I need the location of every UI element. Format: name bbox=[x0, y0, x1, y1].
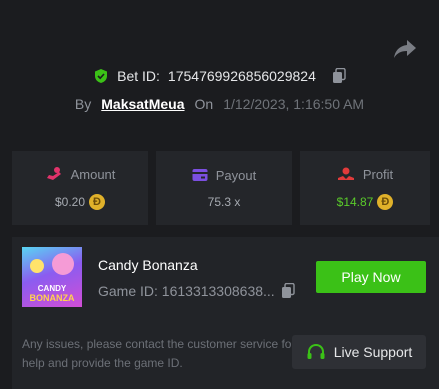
live-support-button[interactable]: Live Support bbox=[292, 335, 426, 369]
play-now-button[interactable]: Play Now bbox=[316, 261, 426, 293]
bet-date: 1/12/2023, 1:16:50 AM bbox=[223, 96, 365, 112]
profit-value: $14.87 bbox=[336, 195, 374, 209]
profit-card: Profit $14.87 Ð bbox=[300, 151, 430, 225]
game-id: Game ID: 1613313308638... bbox=[98, 283, 275, 299]
headset-icon bbox=[307, 343, 325, 359]
amount-card: Amount $0.20 Ð bbox=[12, 151, 148, 225]
game-id-row: Game ID: 1613313308638... bbox=[98, 283, 295, 299]
bet-stats: Amount $0.20 Ð Payout 75.3 x Profit $14.… bbox=[12, 151, 439, 225]
amount-icon bbox=[46, 167, 61, 180]
game-panel: CANDY BONANZA Candy Bonanza Game ID: 161… bbox=[12, 237, 439, 389]
thumbnail-title-line2: BONANZA bbox=[29, 293, 75, 303]
profit-icon bbox=[337, 167, 354, 180]
on-label: On bbox=[194, 96, 214, 112]
shield-check-icon bbox=[95, 69, 108, 83]
copy-icon[interactable] bbox=[281, 283, 295, 299]
payout-card-icon bbox=[192, 169, 208, 181]
coin-icon: Ð bbox=[89, 194, 106, 210]
amount-value: $0.20 bbox=[54, 195, 86, 209]
bet-id-row: Bet ID: 1754769926856029824 bbox=[0, 68, 439, 84]
share-icon[interactable] bbox=[393, 38, 417, 60]
by-label: By bbox=[74, 96, 92, 112]
byline: By MaksatMeua On 1/12/2023, 1:16:50 AM bbox=[0, 96, 439, 112]
profit-label: Profit bbox=[362, 166, 394, 182]
payout-label: Payout bbox=[215, 167, 257, 183]
bet-id-label: Bet ID: bbox=[117, 68, 160, 84]
coin-icon: Ð bbox=[377, 194, 394, 210]
amount-label: Amount bbox=[70, 166, 116, 182]
thumbnail-title-line1: CANDY bbox=[37, 284, 67, 293]
game-thumbnail[interactable]: CANDY BONANZA bbox=[22, 247, 82, 307]
game-title: Candy Bonanza bbox=[98, 257, 198, 273]
live-support-label: Live Support bbox=[333, 344, 413, 360]
payout-value: 75.3 x bbox=[207, 194, 241, 209]
username-link[interactable]: MaksatMeua bbox=[101, 96, 184, 112]
copy-icon[interactable] bbox=[332, 68, 346, 84]
support-note: Any issues, please contact the customer … bbox=[22, 337, 296, 370]
bet-id-value: 1754769926856029824 bbox=[167, 68, 316, 84]
payout-card: Payout 75.3 x bbox=[156, 151, 292, 225]
